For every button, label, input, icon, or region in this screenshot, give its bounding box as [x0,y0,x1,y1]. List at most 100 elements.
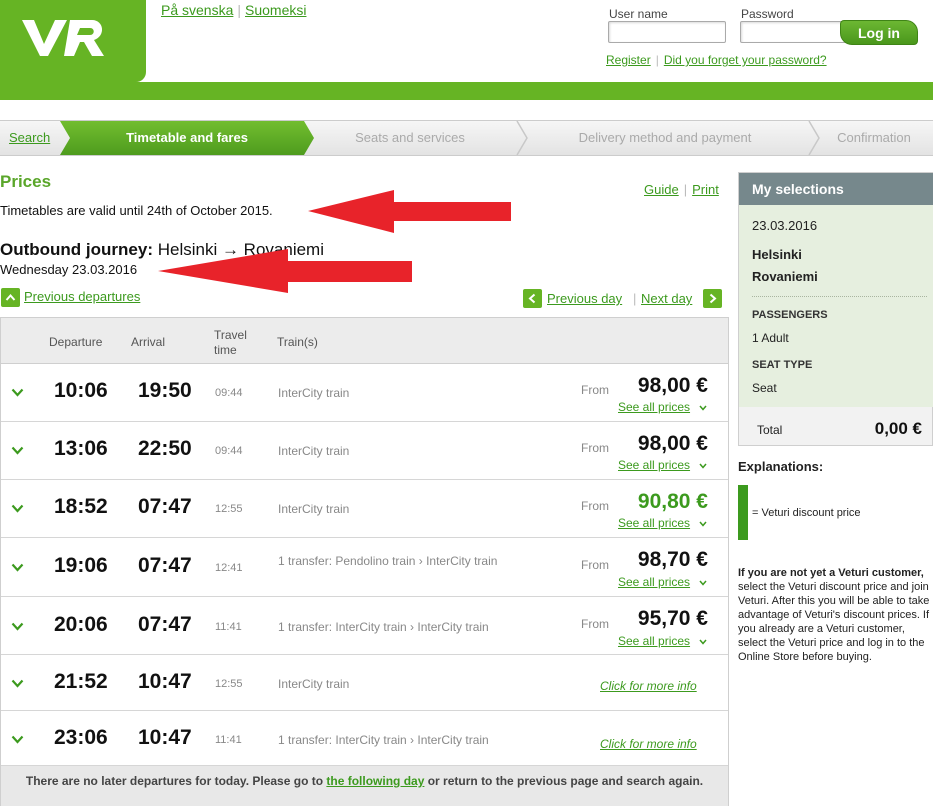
price[interactable]: 98,00 € [638,374,708,398]
passengers-value: 1 Adult [752,331,789,345]
previous-departures-link[interactable]: Previous departures [24,289,140,304]
veturi-info-bold: If you are not yet a Veturi customer, [738,567,924,579]
login-button[interactable]: Log in [840,20,918,45]
see-all-prices-link[interactable]: See all prices [618,575,690,589]
step-search[interactable]: Search [9,121,50,155]
table-row[interactable]: 13:06 22:50 09:44 InterCity train From 9… [1,422,728,480]
step-delivery: Delivery method and payment [578,130,752,145]
table-row[interactable]: 18:52 07:47 12:55 InterCity train From 9… [1,480,728,538]
departures-table: Departure Arrival Travel time Train(s) 1… [0,317,729,806]
price[interactable]: 98,00 € [638,432,708,456]
train-info: InterCity train [278,502,350,516]
chevron-down-icon[interactable] [11,446,24,455]
chevron-down-icon[interactable] [11,504,24,513]
booking-steps: Search Timetable and fares Seats and ser… [0,120,933,156]
arrival-time: 07:47 [138,554,192,577]
guide-print-links: Guide | Print [644,182,719,197]
departure-time: 21:52 [54,670,108,693]
travel-time: 12:55 [215,678,243,690]
train-info: 1 transfer: InterCity train › InterCity … [278,620,489,634]
departure-time: 18:52 [54,495,108,518]
previous-day-link[interactable]: Previous day [547,291,622,306]
header-trains: Train(s) [277,335,318,349]
timetable-validity-text: Timetables are valid until 24th of Octob… [0,203,273,218]
from-label: From [581,617,609,631]
train-info: 1 transfer: Pendolino train › InterCity … [278,554,498,568]
from-label: From [581,383,609,397]
vr-logo[interactable] [0,0,146,82]
login-links: Register | Did you forget your password? [606,53,827,67]
chevron-down-icon [699,639,707,645]
journey-label: Outbound journey: [0,240,153,259]
arrival-time: 07:47 [138,613,192,636]
travel-time: 09:44 [215,387,243,399]
chevron-down-icon[interactable] [11,563,24,572]
arrival-time: 07:47 [138,495,192,518]
chevron-left-icon [528,293,536,304]
travel-time: 11:41 [215,621,242,633]
lang-swedish-link[interactable]: På svenska [161,2,233,18]
next-day-button[interactable] [703,289,722,308]
arrival-time: 10:47 [138,670,192,693]
chevron-down-icon[interactable] [11,679,24,688]
veturi-info-body: select the Veturi discount price and joi… [738,581,930,663]
language-switcher: På svenska | Suomeksi [161,2,307,18]
annotation-arrow-icon [308,190,511,233]
step-timetable-active: Timetable and fares [60,121,314,155]
table-row[interactable]: 19:06 07:47 12:41 1 transfer: Pendolino … [1,538,728,597]
username-label: User name [609,7,668,21]
train-info: 1 transfer: InterCity train › InterCity … [278,733,489,747]
travel-time: 11:41 [215,734,242,746]
chevron-down-icon [699,405,707,411]
passengers-label: PASSENGERS [752,309,828,321]
more-info-link[interactable]: Click for more info [600,679,697,693]
guide-link[interactable]: Guide [644,182,679,197]
password-label: Password [741,7,794,21]
my-selections-body: 23.03.2016 Helsinki Rovaniemi PASSENGERS… [739,205,933,407]
from-label: From [581,441,609,455]
lang-finnish-link[interactable]: Suomeksi [245,2,306,18]
step-seats: Seats and services [355,130,465,145]
see-all-prices-link[interactable]: See all prices [618,400,690,414]
price[interactable]: 98,70 € [638,548,708,572]
train-info: InterCity train [278,444,350,458]
header-travel-time-2: time [214,343,237,357]
price[interactable]: 95,70 € [638,607,708,631]
arrival-time: 22:50 [138,437,192,460]
annotation-arrow-icon [158,249,412,293]
username-input[interactable] [608,21,726,43]
header-departure: Departure [49,335,103,349]
table-row[interactable]: 10:06 19:50 09:44 InterCity train From 9… [1,364,728,422]
previous-day-button[interactable] [523,289,542,308]
print-link[interactable]: Print [692,182,719,197]
chevron-up-icon [5,293,16,301]
see-all-prices-link[interactable]: See all prices [618,516,690,530]
total-label: Total [757,423,783,437]
total-value: 0,00 € [874,419,922,438]
next-day-link[interactable]: Next day [641,291,692,306]
chevron-down-icon[interactable] [11,735,24,744]
departure-time: 10:06 [54,379,108,402]
previous-departures-button[interactable] [1,288,20,307]
more-info-link[interactable]: Click for more info [600,737,697,751]
header-green-bar [0,82,933,100]
discount-price[interactable]: 90,80 € [638,490,708,514]
following-day-link[interactable]: the following day [326,774,424,788]
selection-divider [752,296,927,297]
see-all-prices-link[interactable]: See all prices [618,634,690,648]
chevron-down-icon [699,463,707,469]
table-header: Departure Arrival Travel time Train(s) [1,318,728,364]
explanations-title: Explanations: [738,459,824,474]
step-separator-icon [516,121,528,155]
table-row[interactable]: 23:06 10:47 11:41 1 transfer: InterCity … [1,711,728,766]
table-row[interactable]: 21:52 10:47 12:55 InterCity train Click … [1,655,728,711]
departure-time: 13:06 [54,437,108,460]
table-row[interactable]: 20:06 07:47 11:41 1 transfer: InterCity … [1,597,728,655]
forgot-password-link[interactable]: Did you forget your password? [664,53,827,67]
register-link[interactable]: Register [606,53,651,67]
travel-time: 09:44 [215,445,243,457]
chevron-down-icon[interactable] [11,388,24,397]
chevron-down-icon[interactable] [11,622,24,631]
see-all-prices-link[interactable]: See all prices [618,458,690,472]
header-travel-time: Travel [214,328,247,342]
